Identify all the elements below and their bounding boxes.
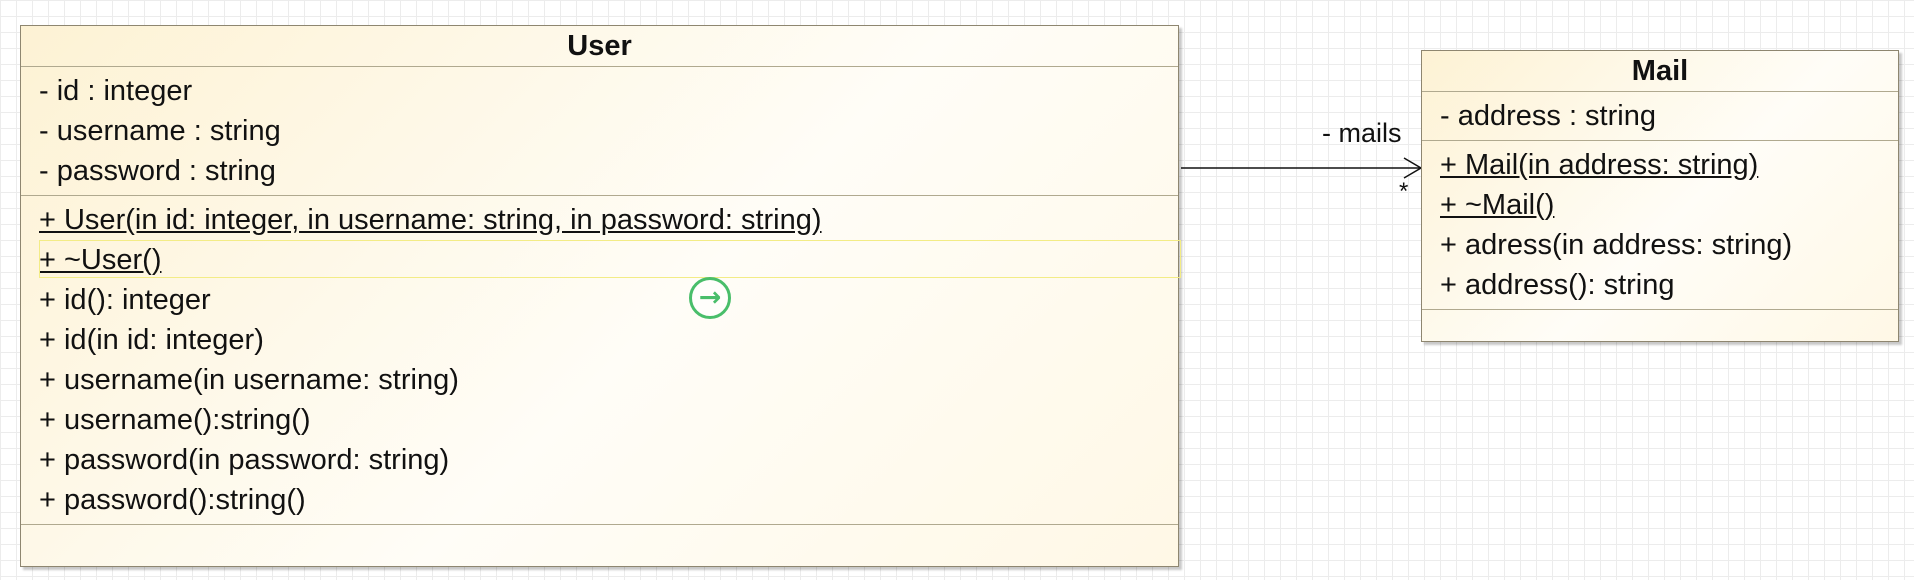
arrow-right-circle-icon[interactable]: →	[689, 277, 731, 319]
user-attribute-password[interactable]: - password : string	[21, 151, 1178, 191]
user-operation-destructor-label: + ~User()	[39, 244, 162, 276]
mail-operations-section: + Mail(in address: string) + ~Mail() + a…	[1422, 141, 1898, 310]
association-role-label: - mails	[1322, 118, 1402, 148]
mail-empty-section	[1422, 310, 1898, 324]
user-operation-destructor[interactable]: + ~User()	[21, 240, 1181, 280]
mail-operation-constructor[interactable]: + Mail(in address: string)	[1422, 145, 1898, 185]
user-class-name: User	[21, 26, 1178, 67]
mail-class[interactable]: Mail - address : string + Mail(in addres…	[1421, 50, 1899, 342]
user-operations-section: + User(in id: integer, in username: stri…	[21, 196, 1181, 525]
mail-operation-destructor[interactable]: + ~Mail()	[1422, 185, 1898, 225]
user-attributes-section: - id : integer - username : string - pas…	[21, 67, 1178, 196]
user-operation-id-setter[interactable]: + id(in id: integer)	[21, 320, 1178, 360]
user-operation-id-getter[interactable]: + id(): integer	[21, 280, 1178, 320]
mail-operation-adress-setter[interactable]: + adress(in address: string)	[1422, 225, 1898, 265]
user-class[interactable]: User - id : integer - username : string …	[20, 25, 1181, 567]
user-operation-username-setter[interactable]: + username(in username: string)	[21, 360, 1178, 400]
mail-class-name: Mail	[1422, 51, 1898, 92]
user-operation-constructor[interactable]: + User(in id: integer, in username: stri…	[21, 200, 1178, 240]
diagram-canvas[interactable]: - mails * User - id : integer - username…	[0, 0, 1914, 580]
association-multiplicity-label: *	[1399, 178, 1409, 205]
mail-attribute-address[interactable]: - address : string	[1422, 96, 1898, 136]
user-operation-password-getter[interactable]: + password():string()	[21, 480, 1178, 520]
user-attribute-id[interactable]: - id : integer	[21, 71, 1178, 111]
selection-highlight	[39, 240, 1181, 278]
user-empty-section	[21, 525, 1178, 547]
mail-attributes-section: - address : string	[1422, 92, 1898, 141]
user-operation-password-setter[interactable]: + password(in password: string)	[21, 440, 1178, 480]
mail-operation-address-getter[interactable]: + address(): string	[1422, 265, 1898, 305]
association-arrowhead	[1403, 157, 1423, 179]
user-attribute-username[interactable]: - username : string	[21, 111, 1178, 151]
user-operation-username-getter[interactable]: + username():string()	[21, 400, 1178, 440]
